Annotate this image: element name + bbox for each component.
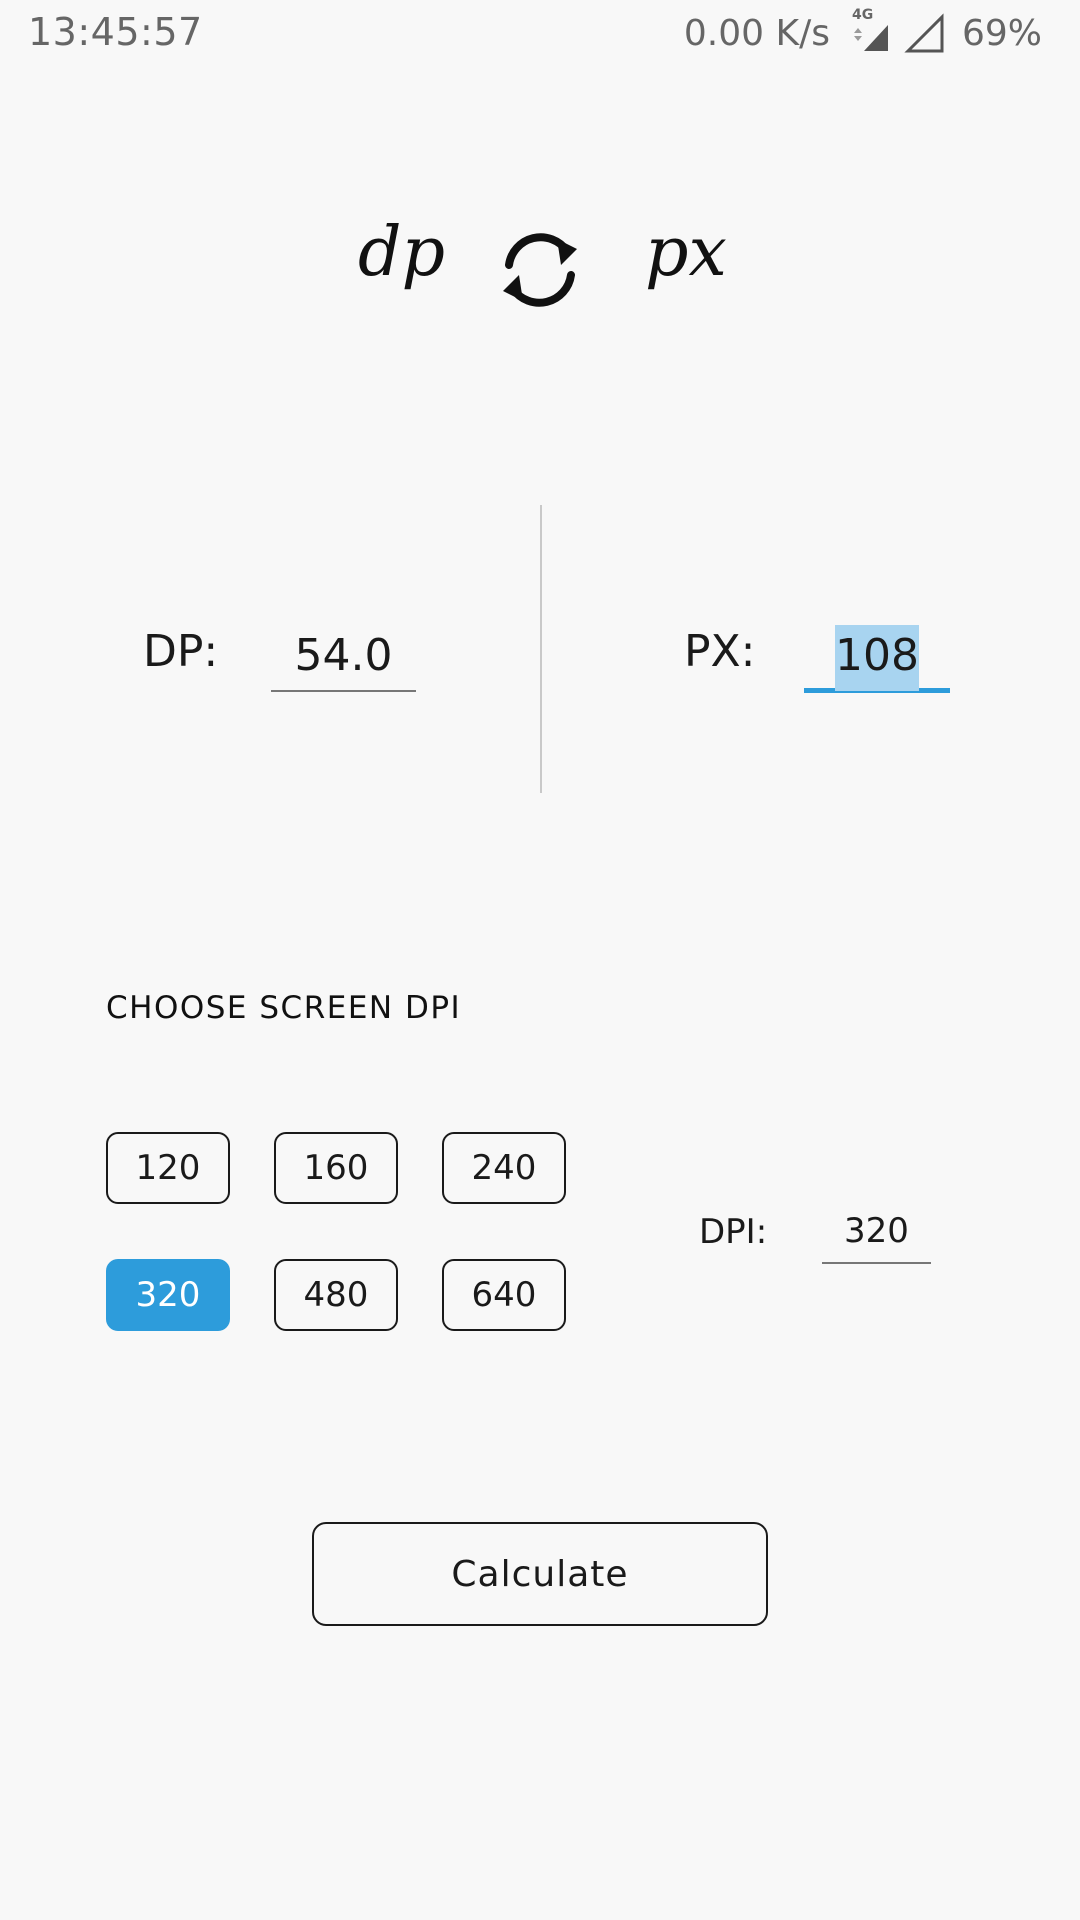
app-logo: dp px: [0, 205, 1080, 335]
dpi-button-120[interactable]: 120: [106, 1132, 230, 1204]
px-input[interactable]: 108: [804, 625, 950, 693]
dpi-value: 320: [844, 1211, 909, 1251]
dpi-button-320[interactable]: 320: [106, 1259, 230, 1331]
dpi-button-480[interactable]: 480: [274, 1259, 398, 1331]
wifi-signal-outline-icon: [902, 11, 946, 55]
vertical-divider: [540, 505, 542, 793]
status-time: 13:45:57: [28, 10, 203, 54]
calculate-button[interactable]: Calculate: [312, 1522, 768, 1626]
cellular-signal-icon: 4G: [848, 7, 892, 55]
logo-dp-text: dp: [358, 213, 446, 292]
status-indicators: 0.00 K/s 4G 69%: [683, 7, 1042, 56]
px-label: PX:: [684, 626, 756, 677]
dpi-input[interactable]: 320: [822, 1206, 931, 1264]
dp-input[interactable]: 54.0: [271, 630, 416, 692]
network-speed: 0.00 K/s: [683, 12, 830, 54]
choose-dpi-title: CHOOSE SCREEN DPI: [106, 990, 462, 1026]
dp-label: DP:: [143, 626, 219, 677]
dpi-button-640[interactable]: 640: [442, 1259, 566, 1331]
dpi-button-240[interactable]: 240: [442, 1132, 566, 1204]
status-bar: 13:45:57 0.00 K/s 4G 69%: [0, 0, 1080, 66]
network-type: 4G: [851, 7, 874, 23]
dp-value: 54.0: [294, 630, 393, 681]
dpi-button-160[interactable]: 160: [274, 1132, 398, 1204]
logo-px-text: px: [645, 213, 727, 292]
px-value-selected: 108: [835, 625, 919, 691]
battery-level: 69%: [961, 12, 1042, 54]
dpi-label: DPI:: [699, 1212, 768, 1252]
sync-icon: [495, 225, 585, 315]
